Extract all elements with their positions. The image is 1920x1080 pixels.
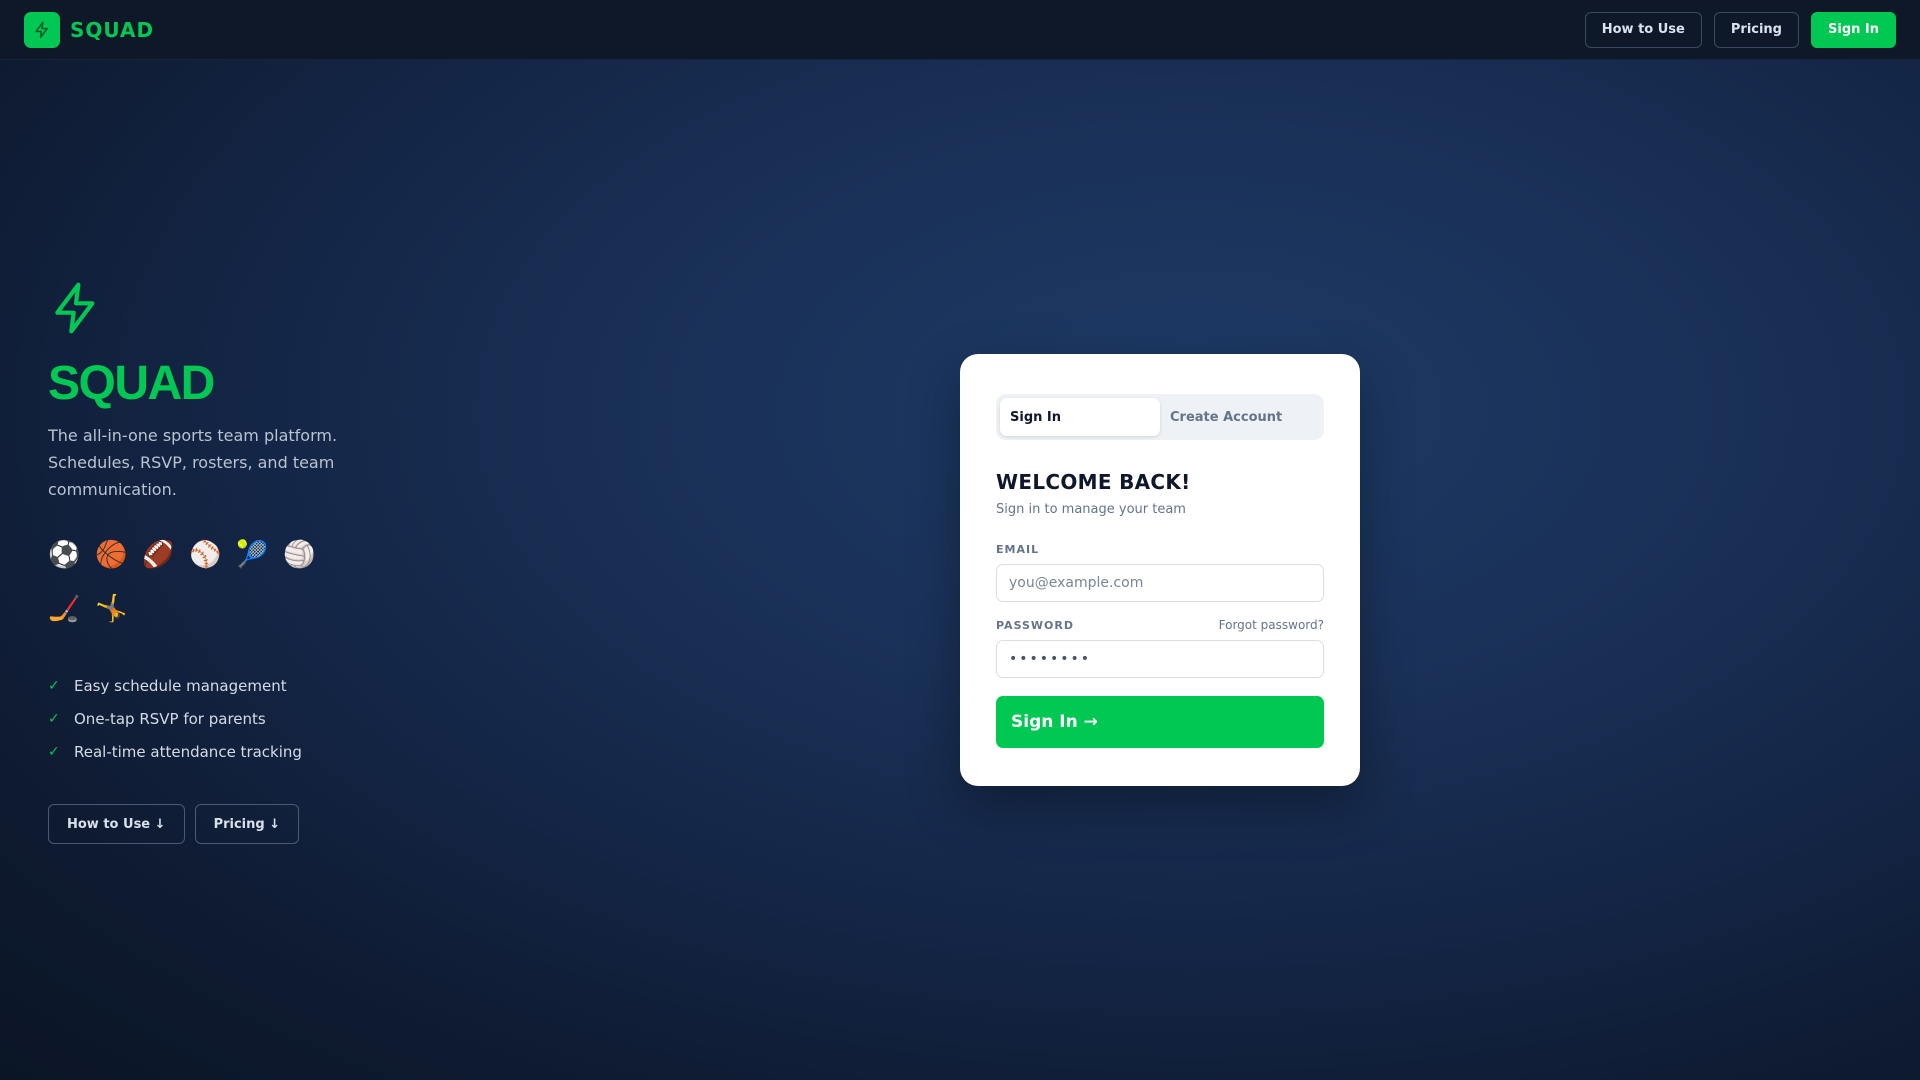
checkmark-icon: ✓ [48, 743, 60, 760]
hero-section: SQUAD The all-in-one sports team platfor… [48, 280, 368, 844]
feature-text: Easy schedule management [74, 676, 287, 695]
password-label-row: PASSWORD Forgot password? [996, 618, 1324, 632]
tab-create-account[interactable]: Create Account [1160, 398, 1320, 436]
tennis-icon: 🎾 [236, 540, 269, 570]
soccer-ball-icon: ⚽ [48, 540, 81, 570]
hero-actions: How to Use ↓ Pricing ↓ [48, 804, 368, 844]
auth-tabs: Sign In Create Account [996, 394, 1324, 440]
email-label: EMAIL [996, 543, 1040, 556]
card-title: WELCOME BACK! [996, 470, 1191, 494]
checkmark-icon: ✓ [48, 677, 60, 694]
hockey-icon: 🏒 [48, 594, 81, 624]
nav-pricing-button[interactable]: Pricing [1713, 11, 1799, 48]
password-field[interactable] [996, 640, 1324, 678]
nav-actions: How to Use Pricing Sign In [1584, 11, 1896, 48]
hero-pricing-button[interactable]: Pricing ↓ [194, 804, 300, 844]
volleyball-icon: 🏐 [283, 540, 316, 570]
card-subtitle: Sign in to manage your team [996, 502, 1186, 517]
hero-tagline: The all-in-one sports team platform. Sch… [48, 426, 338, 499]
basketball-icon: 🏀 [95, 540, 128, 570]
forgot-password-link[interactable]: Forgot password? [1219, 618, 1324, 632]
password-label: PASSWORD [996, 618, 1075, 632]
feature-text: Real-time attendance tracking [74, 742, 302, 761]
gymnastics-icon: 🤸 [95, 594, 128, 624]
checkmark-icon: ✓ [48, 710, 60, 727]
baseball-icon: ⚾ [189, 540, 222, 570]
email-field[interactable] [996, 564, 1324, 602]
lightning-bolt-icon [48, 280, 104, 336]
sign-in-submit-button[interactable]: Sign In → [996, 696, 1324, 748]
top-nav: SQUAD How to Use Pricing Sign In [0, 0, 1920, 60]
feature-item: ✓ One-tap RSVP for parents [48, 702, 368, 735]
lightning-bolt-icon [24, 11, 60, 48]
hero-title: SQUAD [48, 357, 215, 410]
sports-icons: ⚽ 🏀 🏈 ⚾ 🎾 🏐 🏒 🤸 [48, 537, 338, 627]
feature-item: ✓ Real-time attendance tracking [48, 735, 368, 768]
nav-sign-in-button[interactable]: Sign In [1811, 11, 1896, 48]
feature-text: One-tap RSVP for parents [74, 709, 266, 728]
football-icon: 🏈 [142, 540, 175, 570]
feature-list: ✓ Easy schedule management ✓ One-tap RSV… [48, 669, 368, 768]
hero-how-to-use-button[interactable]: How to Use ↓ [48, 804, 185, 844]
auth-card: Sign In Create Account WELCOME BACK! Sig… [960, 354, 1360, 786]
brand[interactable]: SQUAD [24, 11, 155, 48]
brand-name: SQUAD [70, 17, 155, 42]
tab-sign-in[interactable]: Sign In [1000, 398, 1160, 436]
nav-how-to-use-button[interactable]: How to Use [1584, 11, 1702, 48]
feature-item: ✓ Easy schedule management [48, 669, 368, 702]
